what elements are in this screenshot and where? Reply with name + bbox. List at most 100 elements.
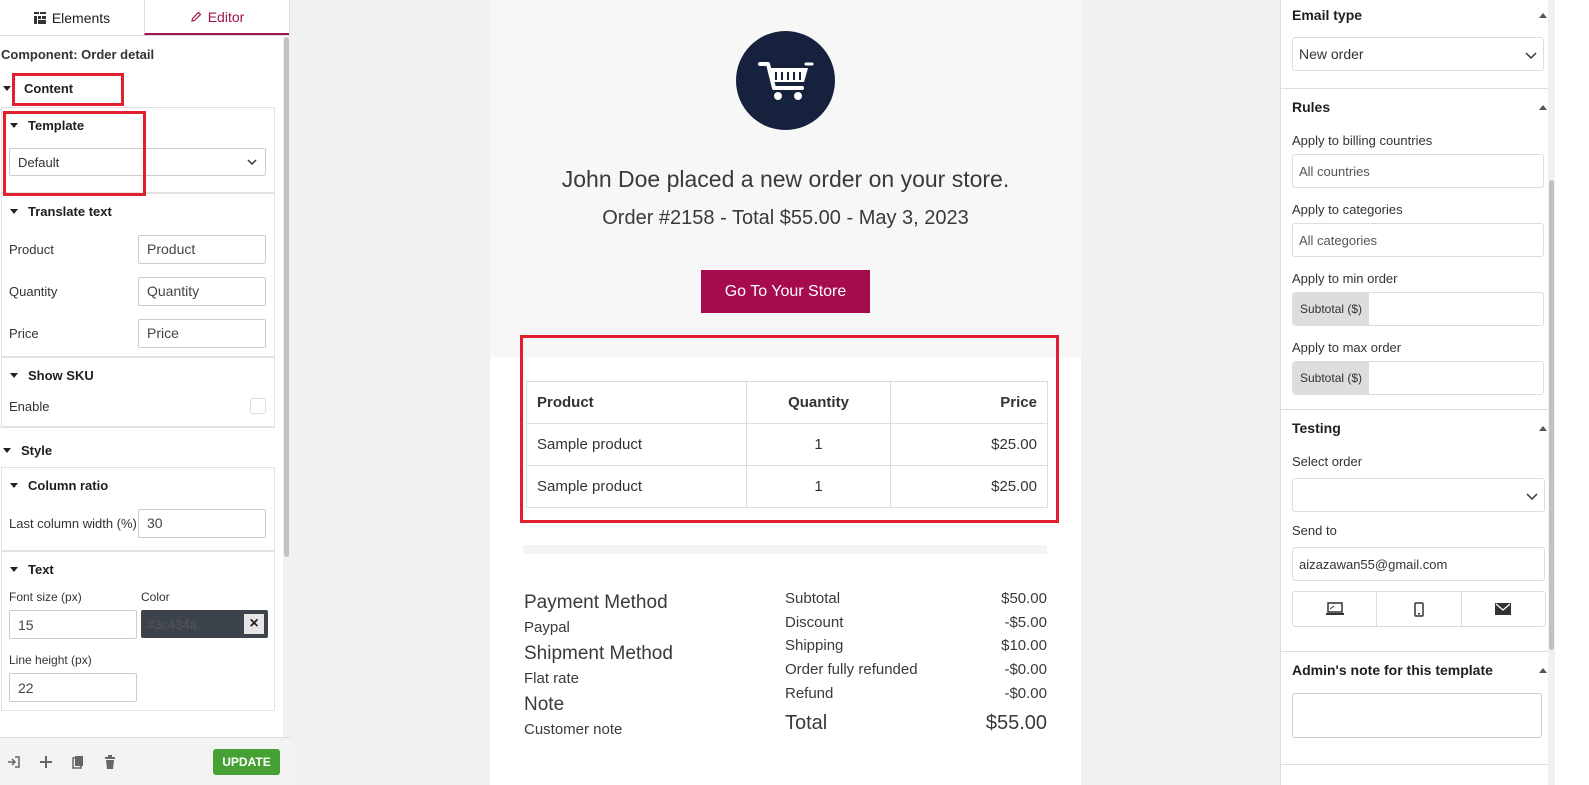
tab-elements-label: Elements bbox=[51, 9, 111, 26]
mobile-icon bbox=[1414, 601, 1424, 617]
totals-row: Shipping $10.00 bbox=[785, 637, 1047, 661]
sku-toggle[interactable]: Show SKU bbox=[2, 358, 274, 392]
chevron-down-icon bbox=[1526, 493, 1538, 501]
min-order-input[interactable]: Subtotal ($) bbox=[1292, 292, 1544, 326]
translate-price-input[interactable]: Price bbox=[138, 318, 266, 348]
copy-icon[interactable] bbox=[70, 754, 86, 770]
trash-icon[interactable] bbox=[102, 754, 118, 770]
right-scrollbar[interactable] bbox=[1548, 0, 1555, 785]
text-style-toggle[interactable]: Text bbox=[2, 552, 274, 586]
total-value: $55.00 bbox=[985, 711, 1047, 734]
highlight-template bbox=[3, 111, 146, 196]
caret-down-icon bbox=[3, 85, 11, 91]
rules-heading: Rules bbox=[1292, 99, 1331, 115]
cart-logo bbox=[736, 31, 835, 130]
tab-elements[interactable]: Elements bbox=[0, 0, 144, 35]
admin-note-section: Admin's note for this template bbox=[1281, 655, 1549, 738]
order-totals: Subtotal $50.00 Discount -$5.00 Shipping $1… bbox=[785, 590, 1047, 738]
billing-countries-label: Apply to billing countries bbox=[1292, 132, 1433, 148]
update-button[interactable]: UPDATE bbox=[213, 748, 280, 775]
highlight-order-table bbox=[520, 335, 1059, 523]
laptop-icon bbox=[1325, 602, 1344, 615]
testing-section: Testing Select order Send to aizazawan55… bbox=[1281, 413, 1549, 627]
totals-value: -$0.00 bbox=[1004, 684, 1047, 702]
email-type-toggle[interactable]: Email type bbox=[1281, 0, 1549, 30]
right-panel: Email type New order Rules Apply to bill… bbox=[1280, 0, 1589, 785]
email-type-select[interactable]: New order bbox=[1292, 37, 1544, 71]
admin-note-toggle[interactable]: Admin's note for this template bbox=[1281, 655, 1549, 685]
mobile-preview-button[interactable] bbox=[1377, 592, 1462, 626]
color-label: Color bbox=[141, 590, 170, 604]
send-to-label: Send to bbox=[1292, 522, 1337, 538]
note-label: Note bbox=[524, 694, 565, 715]
min-order-prefix: Subtotal ($) bbox=[1293, 293, 1370, 325]
left-scrollbar[interactable] bbox=[283, 37, 290, 737]
testing-heading: Testing bbox=[1292, 420, 1341, 436]
left-footer: UPDATE bbox=[0, 737, 290, 785]
translate-product-input[interactable]: Product bbox=[138, 234, 266, 264]
tab-editor-label: Editor bbox=[207, 8, 245, 25]
select-order-dropdown[interactable] bbox=[1292, 478, 1545, 512]
column-ratio-row: Last column width (%) 30 bbox=[9, 502, 266, 544]
caret-down-icon bbox=[10, 482, 18, 488]
totals-value: -$5.00 bbox=[1004, 613, 1047, 631]
caret-up-icon bbox=[1539, 667, 1547, 673]
text-style-heading: Text bbox=[28, 561, 54, 577]
max-order-input[interactable]: Subtotal ($) bbox=[1292, 361, 1544, 395]
sign-in-icon[interactable] bbox=[6, 754, 22, 770]
totals-label: Refund bbox=[785, 684, 834, 702]
font-size-input[interactable]: 15 bbox=[9, 610, 137, 639]
divider bbox=[523, 545, 1047, 554]
caret-up-icon bbox=[1539, 104, 1547, 110]
tab-editor[interactable]: Editor bbox=[144, 0, 289, 35]
sku-enable-checkbox[interactable] bbox=[250, 398, 266, 414]
admin-note-textarea[interactable] bbox=[1292, 693, 1542, 738]
categories-input[interactable]: All categories bbox=[1292, 223, 1544, 257]
column-ratio-input[interactable]: 30 bbox=[138, 508, 266, 538]
panel-tabs: Elements Editor bbox=[0, 0, 289, 36]
totals-value: $10.00 bbox=[1001, 637, 1047, 655]
shipment-method-label: Shipment Method bbox=[524, 643, 673, 664]
billing-countries-input[interactable]: All countries bbox=[1292, 154, 1544, 188]
chevron-down-icon bbox=[247, 159, 257, 166]
caret-up-icon bbox=[1539, 12, 1547, 18]
categories-label: Apply to categories bbox=[1292, 201, 1403, 217]
caret-down-icon bbox=[3, 447, 11, 453]
totals-value: $50.00 bbox=[1001, 590, 1047, 607]
style-section-toggle[interactable]: Style bbox=[0, 433, 283, 467]
go-to-store-button[interactable]: Go To Your Store bbox=[701, 270, 870, 313]
testing-toggle[interactable]: Testing bbox=[1281, 413, 1549, 443]
rules-section: Rules Apply to billing countries All cou… bbox=[1281, 92, 1549, 395]
translate-toggle[interactable]: Translate text bbox=[2, 194, 274, 228]
color-value: #3c434a bbox=[147, 616, 197, 632]
translate-quantity-input[interactable]: Quantity bbox=[138, 276, 266, 306]
component-title: Component: Order detail bbox=[1, 47, 155, 62]
plus-icon[interactable] bbox=[38, 754, 54, 770]
line-height-label: Line height (px) bbox=[9, 653, 92, 667]
totals-row: Discount -$5.00 bbox=[785, 614, 1047, 638]
send-to-input[interactable]: aizazawan55@gmail.com bbox=[1292, 547, 1545, 581]
text-style-box: Text Font size (px) 15 Color #3c434a × L… bbox=[1, 551, 275, 711]
line-height-input[interactable]: 22 bbox=[9, 673, 137, 702]
chevron-down-icon bbox=[1525, 52, 1537, 60]
column-ratio-heading: Column ratio bbox=[28, 477, 109, 493]
email-heading: John Doe placed a new order on your stor… bbox=[561, 166, 1010, 192]
font-size-label: Font size (px) bbox=[9, 590, 82, 604]
select-order-label: Select order bbox=[1292, 453, 1363, 469]
column-ratio-box: Column ratio Last column width (%) 30 bbox=[1, 467, 275, 551]
caret-down-icon bbox=[10, 372, 18, 378]
translate-price-row: Price Price bbox=[9, 312, 266, 354]
translate-price-label: Price bbox=[9, 325, 39, 341]
totals-row: Order fully refunded -$0.00 bbox=[785, 661, 1047, 685]
sku-heading: Show SKU bbox=[28, 367, 94, 383]
clear-color-icon[interactable]: × bbox=[244, 614, 264, 634]
grid-icon bbox=[33, 11, 46, 24]
rules-toggle[interactable]: Rules bbox=[1281, 92, 1549, 122]
totals-row: Refund -$0.00 bbox=[785, 685, 1047, 709]
color-picker[interactable]: #3c434a × bbox=[141, 610, 268, 638]
desktop-preview-button[interactable] bbox=[1293, 592, 1378, 626]
send-email-button[interactable] bbox=[1462, 592, 1545, 626]
column-ratio-toggle[interactable]: Column ratio bbox=[2, 468, 274, 502]
totals-label: Shipping bbox=[785, 637, 844, 655]
preview-device-toggle bbox=[1292, 591, 1546, 627]
